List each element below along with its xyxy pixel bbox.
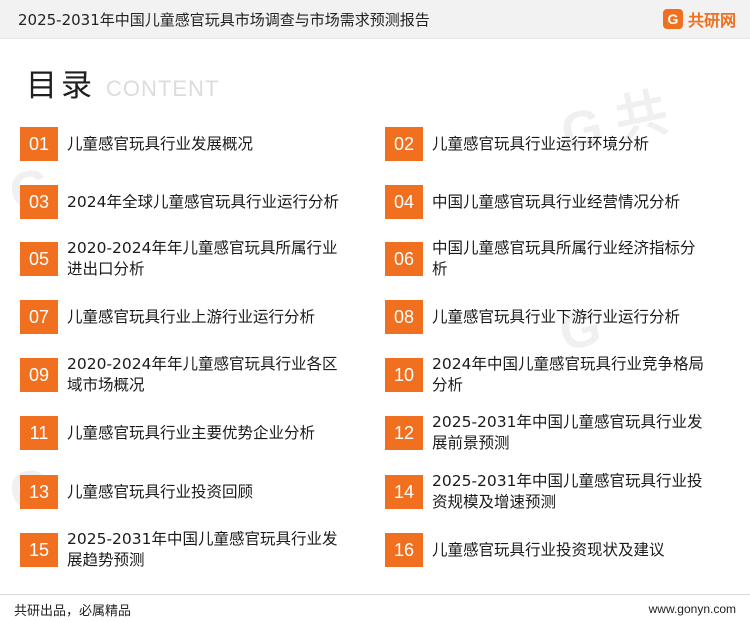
toc-label: 儿童感官玩具行业运行环境分析 <box>432 134 650 153</box>
footer-divider <box>0 594 750 595</box>
toc-label: 2020-2024年年儿童感官玩具所属行业进出口分析 <box>67 239 338 278</box>
toc-item-09[interactable]: 09 2020-2024年年儿童感官玩具行业各区域市场概况 <box>20 352 345 398</box>
toc-item-13[interactable]: 13 儿童感官玩具行业投资回顾 <box>20 469 345 515</box>
toc-number: 08 <box>385 300 423 334</box>
toc-number: 13 <box>20 475 58 509</box>
toc-label: 2024年中国儿童感官玩具行业竞争格局分析 <box>432 355 704 394</box>
toc-number: 01 <box>20 127 58 161</box>
toc-number: 11 <box>20 416 58 450</box>
toc-item-16[interactable]: 16 儿童感官玩具行业投资现状及建议 <box>385 527 710 573</box>
footer-slogan: 共研出品，必属精品 <box>14 604 132 619</box>
toc-number: 12 <box>385 416 423 450</box>
toc-label: 儿童感官玩具行业投资现状及建议 <box>432 540 665 559</box>
toc-item-08[interactable]: 08 儿童感官玩具行业下游行业运行分析 <box>385 294 710 340</box>
toc-item-10[interactable]: 10 2024年中国儿童感官玩具行业竞争格局分析 <box>385 352 710 398</box>
brand-logo: G 共研网 <box>662 8 736 30</box>
toc-item-03[interactable]: 03 2024年全球儿童感官玩具行业运行分析 <box>20 179 345 225</box>
heading-subtitle: CONTENT <box>106 76 220 101</box>
toc-item-04[interactable]: 04 中国儿童感官玩具行业经营情况分析 <box>385 179 710 225</box>
brand-logo-icon: G <box>662 9 683 29</box>
toc-item-07[interactable]: 07 儿童感官玩具行业上游行业运行分析 <box>20 294 345 340</box>
heading-title: 目录 <box>26 68 96 104</box>
toc-label: 中国儿童感官玩具行业经营情况分析 <box>432 192 681 211</box>
toc-number: 10 <box>385 358 423 392</box>
toc-item-01[interactable]: 01 儿童感官玩具行业发展概况 <box>20 121 345 167</box>
toc-number: 03 <box>20 185 58 219</box>
toc-label: 儿童感官玩具行业投资回顾 <box>67 482 254 501</box>
toc-number: 16 <box>385 533 423 567</box>
toc-label: 儿童感官玩具行业发展概况 <box>67 134 254 153</box>
toc-item-06[interactable]: 06 中国儿童感官玩具所属行业经济指标分析 <box>385 236 710 282</box>
toc-label: 儿童感官玩具行业上游行业运行分析 <box>67 307 316 326</box>
toc-item-02[interactable]: 02 儿童感官玩具行业运行环境分析 <box>385 121 710 167</box>
toc-number: 15 <box>20 533 58 567</box>
toc-number: 05 <box>20 242 58 276</box>
page-heading: 目录 CONTENT <box>26 60 219 105</box>
toc-label: 中国儿童感官玩具所属行业经济指标分析 <box>432 239 696 278</box>
footer-url[interactable]: www.gonyn.com <box>649 602 736 616</box>
toc-number: 07 <box>20 300 58 334</box>
brand-name: 共研网 <box>687 11 736 30</box>
toc-item-11[interactable]: 11 儿童感官玩具行业主要优势企业分析 <box>20 410 345 456</box>
top-bar: 2025-2031年中国儿童感官玩具市场调查与市场需求预测报告 G 共研网 <box>0 0 750 39</box>
toc-label: 2025-2031年中国儿童感官玩具行业投资规模及增速预测 <box>432 472 703 511</box>
toc-label: 儿童感官玩具行业主要优势企业分析 <box>67 423 316 442</box>
toc-number: 14 <box>385 475 423 509</box>
toc-label: 2025-2031年中国儿童感官玩具行业发展前景预测 <box>432 413 703 452</box>
toc-number: 04 <box>385 185 423 219</box>
toc-item-05[interactable]: 05 2020-2024年年儿童感官玩具所属行业进出口分析 <box>20 236 345 282</box>
toc-number: 02 <box>385 127 423 161</box>
toc-item-12[interactable]: 12 2025-2031年中国儿童感官玩具行业发展前景预测 <box>385 410 710 456</box>
toc-label: 2020-2024年年儿童感官玩具行业各区域市场概况 <box>67 355 338 394</box>
toc-label: 2025-2031年中国儿童感官玩具行业发展趋势预测 <box>67 530 338 569</box>
toc-number: 06 <box>385 242 423 276</box>
toc-label: 2024年全球儿童感官玩具行业运行分析 <box>67 192 339 211</box>
toc-item-15[interactable]: 15 2025-2031年中国儿童感官玩具行业发展趋势预测 <box>20 527 345 573</box>
toc-number: 09 <box>20 358 58 392</box>
toc-label: 儿童感官玩具行业下游行业运行分析 <box>432 307 681 326</box>
toc-item-14[interactable]: 14 2025-2031年中国儿童感官玩具行业投资规模及增速预测 <box>385 469 710 515</box>
report-title: 2025-2031年中国儿童感官玩具市场调查与市场需求预测报告 <box>18 11 430 29</box>
